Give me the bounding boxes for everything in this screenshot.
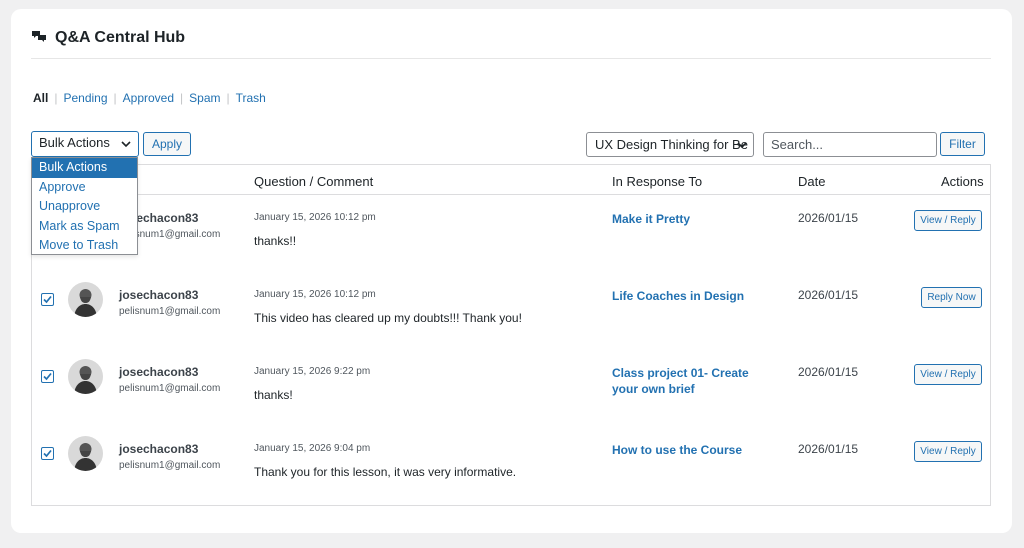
menu-item-bulk-actions[interactable]: Bulk Actions — [32, 158, 137, 178]
filter-all[interactable]: All — [33, 91, 48, 105]
table-row: josechacon83 pelisnum1@gmail.com January… — [32, 359, 990, 436]
apply-button[interactable]: Apply — [143, 132, 191, 156]
filter-pending[interactable]: Pending — [63, 91, 107, 105]
menu-item-mark-as-spam[interactable]: Mark as Spam — [32, 217, 137, 237]
comment-timestamp: January 15, 2026 10:12 pm — [254, 212, 376, 223]
course-link[interactable]: Make it Pretty — [612, 211, 777, 227]
user-name: josechacon83 — [119, 442, 199, 456]
column-question: Question / Comment — [254, 174, 374, 189]
panel-header: Q&A Central Hub — [31, 29, 991, 59]
row-checkbox[interactable] — [41, 447, 54, 460]
bulk-actions-select[interactable]: Bulk Actions — [31, 131, 139, 157]
user-email: pelisnum1@gmail.com — [119, 460, 221, 471]
questions-table: Question / Comment In Response To Date A… — [31, 164, 991, 506]
row-date: 2026/01/15 — [798, 211, 859, 225]
separator: | — [54, 91, 58, 105]
avatar — [68, 436, 103, 471]
user-email: pelisnum1@gmail.com — [119, 383, 221, 394]
avatar — [68, 282, 103, 317]
qa-panel: Q&A Central Hub All | Pending | Approved… — [11, 9, 1012, 533]
separator: | — [113, 91, 117, 105]
table-row: josechacon83 pelisnum1@gmail.com January… — [32, 282, 990, 359]
user-name: josechacon83 — [119, 288, 199, 302]
filter-approved[interactable]: Approved — [123, 91, 174, 105]
row-date: 2026/01/15 — [798, 288, 859, 302]
view-reply-button[interactable]: View / Reply — [914, 441, 982, 462]
menu-item-move-to-trash[interactable]: Move to Trash — [32, 236, 137, 256]
chevron-down-icon — [737, 142, 747, 149]
row-checkbox[interactable] — [41, 370, 54, 383]
status-filter-links: All | Pending | Approved | Spam | Trash — [33, 91, 266, 105]
user-name: josechacon83 — [119, 365, 199, 379]
column-date: Date — [798, 174, 826, 189]
user-email: pelisnum1@gmail.com — [119, 306, 221, 317]
view-reply-button[interactable]: View / Reply — [914, 210, 982, 231]
checkmark-icon — [43, 372, 52, 381]
course-filter-select[interactable]: UX Design Thinking for Be — [586, 132, 754, 157]
comment-timestamp: January 15, 2026 10:12 pm — [254, 289, 376, 300]
checkmark-icon — [43, 295, 52, 304]
reply-now-button[interactable]: Reply Now — [921, 287, 982, 308]
row-date: 2026/01/15 — [798, 442, 859, 456]
menu-item-unapprove[interactable]: Unapprove — [32, 197, 137, 217]
comment-text: thanks!! — [254, 234, 297, 248]
column-in-response-to: In Response To — [612, 174, 703, 189]
comment-text: Thank you for this lesson, it was very i… — [254, 465, 517, 479]
course-link[interactable]: How to use the Course — [612, 442, 777, 458]
avatar — [68, 359, 103, 394]
bulk-actions-value: Bulk Actions — [39, 135, 110, 150]
menu-item-approve[interactable]: Approve — [32, 178, 137, 198]
table-row: josechacon83 pelisnum1@gmail.com January… — [32, 436, 990, 513]
course-link[interactable]: Class project 01- Create your own brief — [612, 365, 777, 397]
search-input[interactable] — [763, 132, 937, 157]
comments-icon — [32, 31, 46, 42]
table-header: Question / Comment In Response To Date A… — [32, 165, 990, 195]
checkmark-icon — [43, 449, 52, 458]
filter-spam[interactable]: Spam — [189, 91, 220, 105]
chevron-down-icon — [121, 141, 131, 148]
row-date: 2026/01/15 — [798, 365, 859, 379]
row-checkbox[interactable] — [41, 293, 54, 306]
table-row: josechacon83 pelisnum1@gmail.com January… — [32, 205, 990, 282]
separator: | — [180, 91, 184, 105]
comment-text: thanks! — [254, 388, 293, 402]
column-actions: Actions — [941, 174, 984, 189]
filter-trash[interactable]: Trash — [236, 91, 266, 105]
comment-text: This video has cleared up my doubts!!! T… — [254, 311, 522, 325]
separator: | — [226, 91, 230, 105]
filter-button[interactable]: Filter — [940, 132, 985, 156]
course-filter-value: UX Design Thinking for Be — [595, 137, 748, 152]
page-title: Q&A Central Hub — [55, 29, 186, 46]
course-link[interactable]: Life Coaches in Design — [612, 288, 777, 304]
view-reply-button[interactable]: View / Reply — [914, 364, 982, 385]
comment-timestamp: January 15, 2026 9:04 pm — [254, 443, 371, 454]
comment-timestamp: January 15, 2026 9:22 pm — [254, 366, 371, 377]
bulk-actions-menu: Bulk Actions Approve Unapprove Mark as S… — [31, 157, 138, 255]
